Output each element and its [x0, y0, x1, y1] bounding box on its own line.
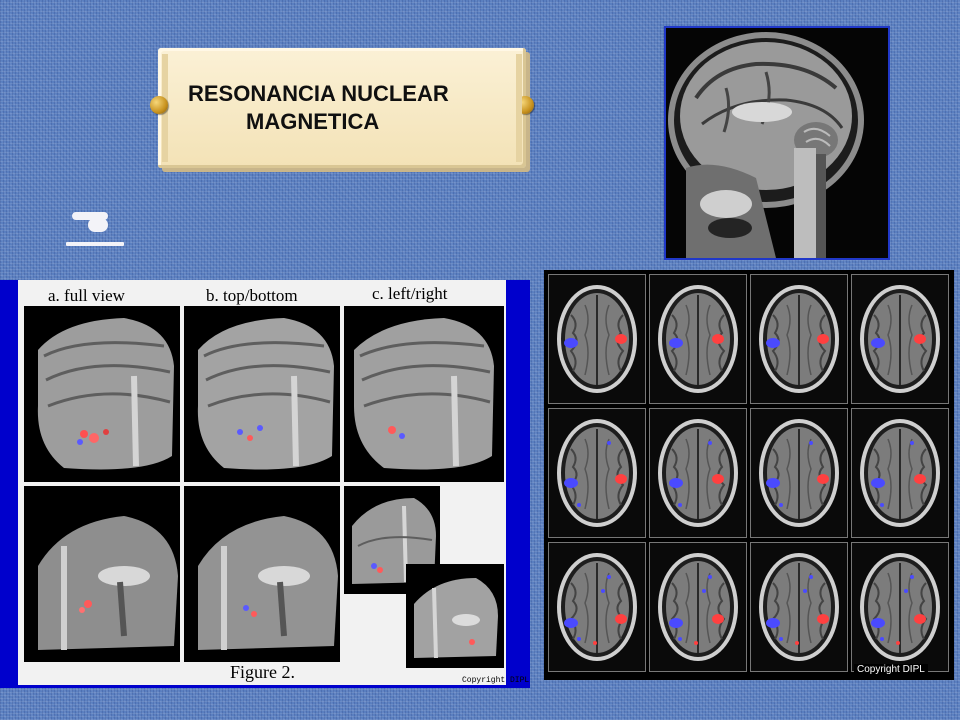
axial-slice-0-0 — [548, 274, 646, 404]
axial-slice-2-0 — [548, 542, 646, 672]
axial-fmri-panel: Copyright DIPL — [544, 270, 954, 680]
brain-render-c-top — [344, 306, 504, 482]
brain-render-b-bottom — [184, 486, 340, 662]
slide-title: RESONANCIA NUCLEAR MAGNETICA — [188, 80, 508, 136]
axial-slice-1-1 — [649, 408, 747, 538]
axial-slice-0-2 — [750, 274, 848, 404]
brain-render-c-bottom-2-drawing — [414, 578, 498, 659]
axial-slice-0-3 — [851, 274, 949, 404]
brain-render-c-bottom-2 — [406, 564, 504, 668]
brain-render-b-bottom-drawing — [198, 516, 338, 650]
decorative-blob — [88, 218, 108, 232]
brain-render-b-top-drawing — [197, 318, 334, 470]
label-full-view: a. full view — [48, 286, 125, 305]
label-left-right: c. left/right — [372, 284, 448, 303]
axial-slice-2-3 — [851, 542, 949, 672]
label-top-bottom: b. top/bottom — [206, 286, 298, 305]
figure-caption: Figure 2. — [230, 662, 295, 682]
brain-render-b-top — [184, 306, 340, 482]
figure-3d-panel: a. full view b. top/bottom c. left/right — [0, 280, 530, 688]
axial-copyright: Copyright DIPL — [854, 664, 928, 675]
brain-render-a-top — [24, 306, 180, 482]
brain-render-a-bottom — [24, 486, 180, 662]
axial-slice-0-1 — [649, 274, 747, 404]
axial-slice-2-1 — [649, 542, 747, 672]
figure-3d-copyright: Copyright DIPL — [462, 676, 530, 685]
title-banner: RESONANCIA NUCLEAR MAGNETICA — [150, 48, 534, 168]
slide-title-line1: RESONANCIA NUCLEAR — [188, 81, 449, 106]
sagittal-mri-drawing — [666, 28, 888, 258]
banner-knob-right-icon — [516, 96, 534, 114]
sagittal-mri-image — [664, 26, 890, 260]
slide-title-line2: MAGNETICA — [246, 109, 380, 134]
axial-slice-1-2 — [750, 408, 848, 538]
decorative-bar-2 — [66, 242, 124, 246]
brain-render-a-top-drawing — [37, 318, 174, 470]
axial-slice-1-0 — [548, 408, 646, 538]
banner-knob-left-icon — [150, 96, 168, 114]
axial-slice-grid — [548, 274, 950, 676]
axial-slice-2-2 — [750, 542, 848, 672]
brain-render-c-top-drawing — [354, 318, 494, 470]
brain-render-a-bottom-drawing — [38, 516, 178, 650]
axial-slice-1-3 — [851, 408, 949, 538]
